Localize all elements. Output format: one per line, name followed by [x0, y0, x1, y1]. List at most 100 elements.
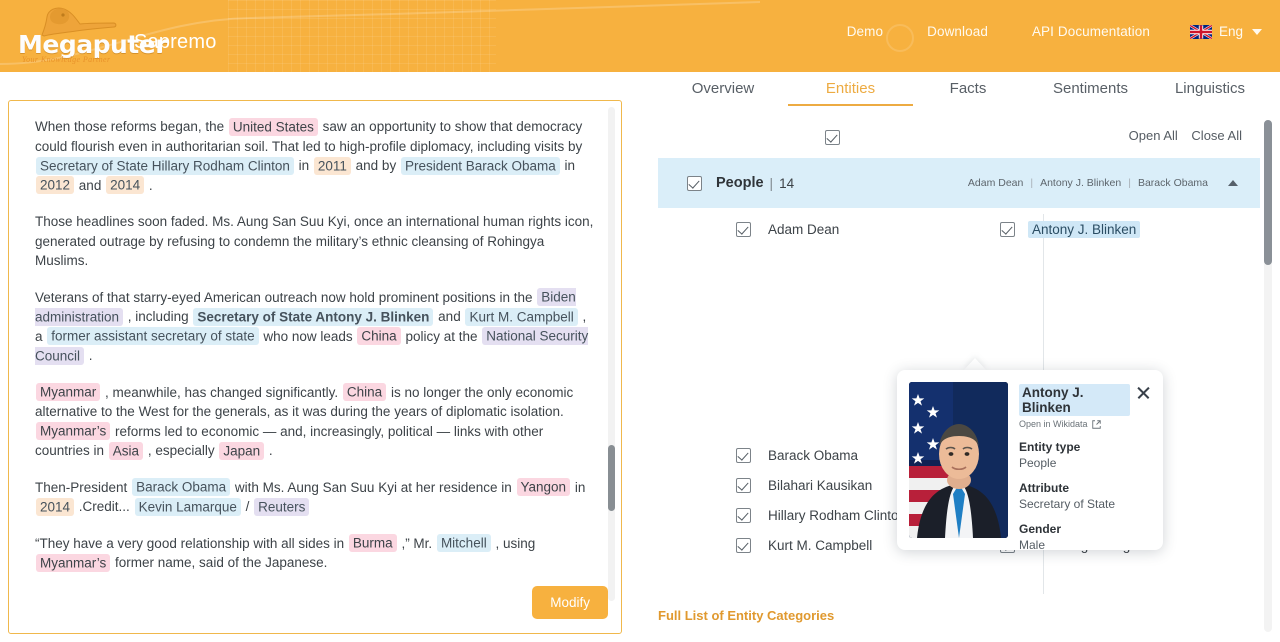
entity-highlight-role[interactable]: former assistant secretary of state	[47, 327, 259, 345]
entity-checkbox[interactable]	[736, 221, 751, 237]
full-list-of-entity-categories-link[interactable]: Full List of Entity Categories	[658, 608, 834, 623]
entity-highlight-geo[interactable]: Myanmar’s	[36, 422, 111, 440]
entity-highlight-date[interactable]: 2014	[106, 176, 145, 194]
entity-label[interactable]: Hillary Rodham Clinton	[764, 507, 910, 524]
entities-scrollbar-track[interactable]	[1264, 120, 1272, 632]
body-area: When those reforms began, the United Sta…	[0, 72, 1280, 642]
entity-label[interactable]: Adam Dean	[764, 221, 843, 238]
popup-title-row: Antony J. Blinken	[1019, 384, 1151, 416]
product-name: Sapremo	[134, 31, 217, 53]
entity-checkbox[interactable]	[736, 507, 751, 523]
close-icon[interactable]	[1136, 385, 1151, 400]
entity-label[interactable]: Kurt M. Campbell	[764, 537, 876, 554]
entity-checkbox[interactable]	[736, 537, 751, 553]
select-all-checkbox[interactable]	[825, 130, 840, 145]
entity-highlight-geo[interactable]: Myanmar	[36, 383, 101, 401]
entity-label[interactable]: Antony J. Blinken	[1028, 220, 1141, 238]
document-paragraph: Myanmar , meanwhile, has changed signifi…	[35, 383, 574, 460]
category-title: People	[716, 175, 764, 191]
close-all-button[interactable]: Close All	[1191, 128, 1242, 143]
popup-entity-title: Antony J. Blinken	[1019, 384, 1130, 416]
popup-field-value-gender: Male	[1019, 538, 1046, 552]
entity-highlight-person[interactable]: President Barack Obama	[400, 156, 560, 175]
entity-highlight-person[interactable]: Secretary of State Antony J. Blinken	[193, 307, 434, 326]
header-grid-texture	[228, 0, 496, 72]
entity-highlight-geo[interactable]: Asia	[108, 441, 144, 460]
entity-checkbox[interactable]	[1000, 221, 1015, 237]
tab-sentiments[interactable]: Sentiments	[1023, 80, 1158, 104]
chevron-up-icon[interactable]	[1228, 180, 1238, 186]
category-preview: Adam Dean | Antony J. Blinken | Barack Obama	[967, 177, 1208, 189]
entity-highlight-date[interactable]: 2014	[36, 497, 75, 516]
preview-entity-2: Antony J. Blinken	[1040, 177, 1122, 189]
popup-field-label-attribute: Attribute	[1019, 481, 1069, 495]
entities-toolbar: Open All Close All	[658, 128, 1262, 154]
popup-field-label-gender: Gender	[1019, 522, 1062, 536]
popup-field-value-entity-type: People	[1019, 456, 1057, 470]
entity-checkbox[interactable]	[736, 477, 751, 493]
tab-facts[interactable]: Facts	[913, 80, 1023, 104]
entities-scrollbar-thumb[interactable]	[1264, 120, 1272, 265]
tab-entities[interactable]: Entities	[788, 80, 913, 106]
entity-highlight-date[interactable]: 2011	[313, 156, 351, 175]
entity-highlight-person[interactable]: Secretary of State Hillary Rodham Clinto…	[36, 156, 294, 175]
popup-field-value-attribute: Secretary of State	[1019, 497, 1116, 511]
logo-tagline: Your Knowledge Partner	[22, 55, 111, 64]
category-separator: |	[769, 175, 774, 191]
analysis-tabs: Overview Entities Facts Sentiments Lingu…	[658, 80, 1262, 120]
document-panel: When those reforms began, the United Sta…	[8, 100, 622, 634]
modify-button[interactable]: Modify	[532, 586, 608, 619]
entity-highlight-person[interactable]: Kurt M. Campbell	[465, 307, 578, 326]
entity-list-item[interactable]: Adam Dean	[736, 214, 1006, 244]
entity-highlight-person[interactable]: Barack Obama	[132, 478, 231, 496]
tab-overview[interactable]: Overview	[658, 80, 788, 104]
language-label: Eng	[1218, 24, 1243, 39]
category-count: 14	[779, 175, 795, 191]
entity-highlight-geo[interactable]: China	[342, 383, 387, 401]
entity-highlight-geo[interactable]: China	[357, 327, 401, 345]
entity-highlight-geo[interactable]: Japan	[219, 441, 265, 460]
entity-highlight-geo[interactable]: Burma	[348, 534, 397, 552]
entity-checkbox[interactable]	[736, 447, 751, 463]
open-in-wikidata-link[interactable]: Open in Wikidata	[1019, 419, 1151, 429]
entity-highlight-geo[interactable]: United States	[228, 117, 318, 136]
entity-highlight-org[interactable]: Reuters	[254, 497, 310, 516]
category-checkbox-people[interactable]	[687, 175, 702, 191]
chevron-down-icon[interactable]	[1252, 28, 1262, 35]
document-scrollbar-track[interactable]	[608, 107, 615, 601]
preview-entity-1: Adam Dean	[967, 177, 1024, 189]
toolbar-links: Open All Close All	[1119, 128, 1242, 143]
open-all-button[interactable]: Open All	[1129, 128, 1178, 143]
site-header: Megaputer Your Knowledge Partner Sapremo…	[0, 0, 1280, 72]
entity-label[interactable]: Barack Obama	[764, 447, 862, 464]
entity-highlight-person[interactable]: Mitchell	[436, 534, 491, 552]
megaputer-logo[interactable]: Megaputer Your Knowledge Partner	[18, 4, 168, 66]
document-scrollbar-thumb[interactable]	[608, 445, 615, 511]
external-link-icon	[1091, 419, 1101, 429]
preview-entity-3: Barack Obama	[1137, 177, 1208, 189]
entity-highlight-geo[interactable]: Myanmar’s	[36, 553, 111, 572]
header-nav: Demo Download API Documentation Eng	[825, 24, 1262, 39]
entity-detail-popup: Antony J. Blinken Open in Wikidata Entit…	[897, 370, 1163, 552]
document-paragraph: Veterans of that starry-eyed American ou…	[35, 288, 589, 365]
nav-link-api-documentation[interactable]: API Documentation	[1010, 24, 1172, 39]
entity-list-item[interactable]: Antony J. Blinken	[1000, 214, 1270, 244]
category-header-people[interactable]: People | 14 Adam Dean | Antony J. Blinken |…	[658, 158, 1260, 208]
nav-link-download[interactable]: Download	[905, 24, 1010, 39]
entity-highlight-geo[interactable]: Yangon	[516, 478, 571, 496]
language-selector[interactable]: Eng	[1172, 24, 1262, 39]
entity-highlight-date[interactable]: 2012	[36, 176, 75, 194]
brand-block[interactable]: Megaputer Your Knowledge Partner Sapremo	[18, 4, 217, 66]
document-scroll-area[interactable]: When those reforms began, the United Sta…	[9, 101, 621, 633]
popup-info: Antony J. Blinken Open in Wikidata Entit…	[1019, 382, 1151, 552]
entity-label[interactable]: Bilahari Kausikan	[764, 477, 876, 494]
nav-link-demo[interactable]: Demo	[825, 24, 905, 39]
document-paragraph: Those headlines soon faded. Ms. Aung San…	[35, 214, 594, 268]
entity-highlight-person[interactable]: Kevin Lamarque	[134, 497, 241, 516]
uk-flag-icon	[1189, 24, 1212, 39]
tab-linguistics[interactable]: Linguistics	[1158, 80, 1262, 104]
analysis-panel: Overview Entities Facts Sentiments Lingu…	[640, 72, 1280, 642]
document-paragraph: “They have a very good relationship with…	[35, 534, 536, 572]
document-paragraph: When those reforms began, the United Sta…	[35, 117, 583, 194]
document-paragraph: Then-President Barack Obama with Ms. Aun…	[35, 478, 586, 516]
